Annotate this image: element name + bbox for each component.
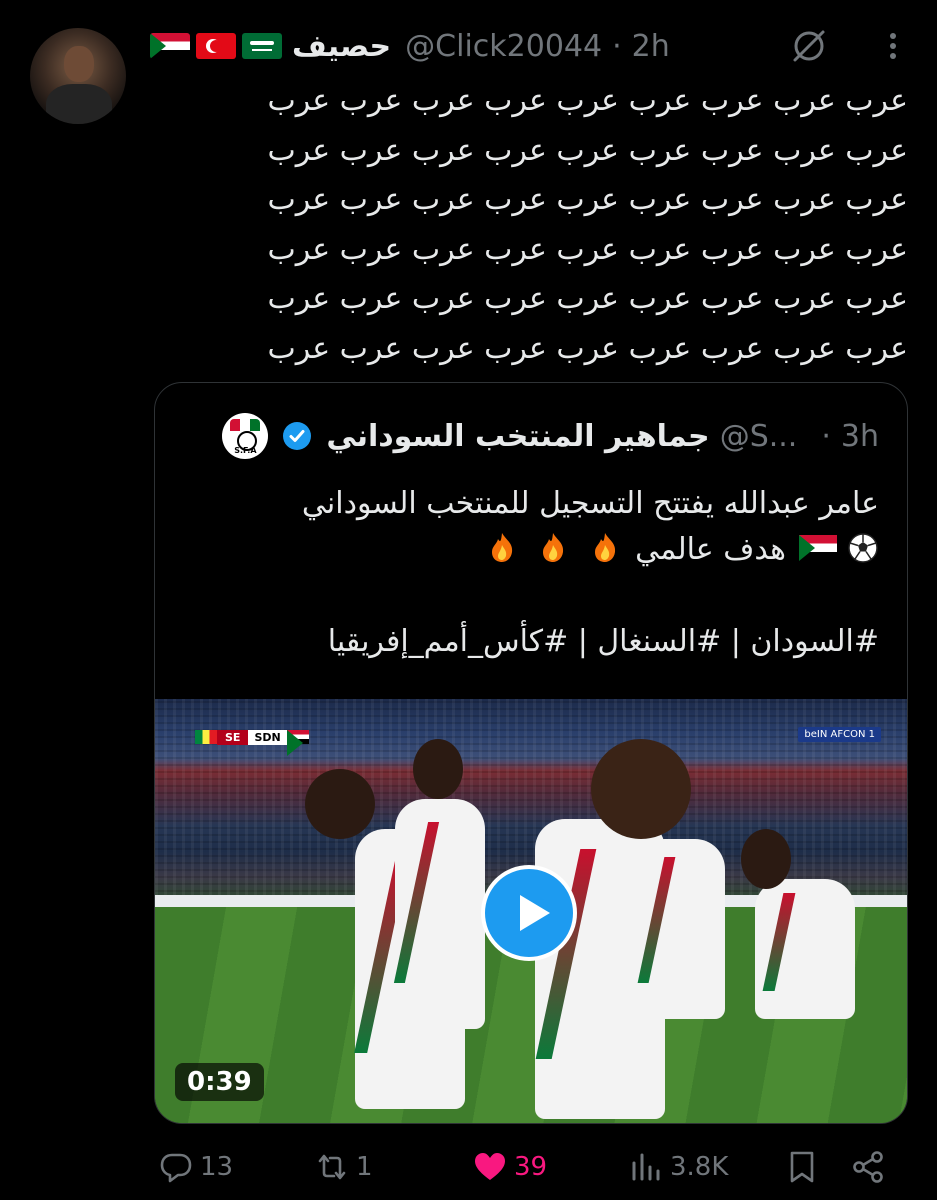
body-line: عرب عرب عرب عرب عرب عرب عرب عرب عرب <box>267 182 908 217</box>
like-count: 39 <box>514 1152 548 1182</box>
fire-icon <box>594 533 615 562</box>
bookmark-icon <box>790 1151 814 1183</box>
sudan-flag-icon <box>799 535 838 561</box>
like-icon <box>475 1153 505 1180</box>
tweet-timestamp[interactable]: 2h <box>632 29 670 64</box>
video-player[interactable]: SE SDN beIN AFCON 1 0:39 <box>155 699 907 1123</box>
fire-icon <box>491 533 512 562</box>
quoted-author-handle[interactable]: @S... <box>720 419 798 454</box>
quoted-line-2: هدف عالمي <box>179 527 879 573</box>
player-head <box>741 829 791 889</box>
more-icon[interactable] <box>875 28 911 64</box>
player-figure <box>635 839 725 1019</box>
share-icon <box>853 1151 883 1183</box>
tweet-body: عرب عرب عرب عرب عرب عرب عرب عرب عرب عرب … <box>150 76 908 373</box>
quoted-tweet-header: S.F.A جماهير المنتخب السوداني @S... · 3h <box>155 413 907 459</box>
score-overlay: SE SDN <box>195 729 309 756</box>
quoted-tweet-card[interactable]: S.F.A جماهير المنتخب السوداني @S... · 3h… <box>154 382 908 1124</box>
fire-icon <box>543 533 564 562</box>
header-separator: · <box>612 28 622 64</box>
repost-icon <box>318 1154 346 1180</box>
body-line: عرب عرب عرب عرب عرب عرب عرب عرب عرب <box>267 281 908 316</box>
reply-button[interactable]: 13 <box>158 1142 233 1192</box>
player-head <box>305 769 375 839</box>
bookmark-button[interactable] <box>784 1142 820 1192</box>
quoted-header-separator: · <box>821 418 831 454</box>
player-head <box>413 739 463 799</box>
crest-text: S.F.A <box>234 446 257 455</box>
body-line: عرب عرب عرب عرب عرب عرب عرب عرب عرب <box>267 83 908 118</box>
video-duration: 0:39 <box>175 1063 264 1101</box>
share-button[interactable] <box>850 1142 886 1192</box>
grok-icon[interactable] <box>789 26 829 66</box>
quoted-line-2-text: هدف عالمي <box>635 532 786 567</box>
quoted-author-avatar[interactable]: S.F.A <box>222 413 269 459</box>
views-icon <box>632 1153 660 1181</box>
quoted-tweet-text: عامر عبدالله يفتتح التسجيل للمنتخب السود… <box>179 481 879 665</box>
turkey-flag-icon <box>196 33 236 59</box>
quoted-author-name[interactable]: جماهير المنتخب السوداني <box>326 419 709 454</box>
broadcaster-badge: beIN AFCON 1 <box>798 727 881 742</box>
player-figure <box>755 879 855 1019</box>
avatar-head <box>64 46 94 82</box>
quoted-hashtags[interactable]: #السودان | #السنغال | #كأس_أمم_إفريقيا <box>179 619 879 665</box>
verified-badge-icon <box>283 422 312 450</box>
like-button[interactable]: 39 <box>472 1142 547 1192</box>
score-home-team: SE <box>217 729 249 745</box>
quoted-timestamp[interactable]: 3h <box>841 419 879 454</box>
senegal-flag-icon <box>195 730 217 744</box>
views-button[interactable]: 3.8K <box>628 1142 728 1192</box>
reply-icon <box>160 1153 192 1183</box>
soccer-ball-icon <box>848 533 878 563</box>
saudi-flag-icon <box>242 33 282 59</box>
name-flags <box>150 33 282 59</box>
views-count: 3.8K <box>670 1152 729 1182</box>
author-avatar[interactable] <box>30 28 126 124</box>
play-icon[interactable] <box>481 865 577 961</box>
repost-button[interactable]: 1 <box>314 1142 373 1192</box>
tweet[interactable]: حصيف @Click20044 · 2h عرب عرب عرب عرب عر… <box>0 0 937 1200</box>
tweet-actions: 13 1 39 3.8K <box>150 1142 907 1192</box>
body-line: عرب عرب عرب عرب عرب عرب عرب عرب عرب <box>267 231 908 267</box>
score-away-team: SDN <box>248 729 287 745</box>
author-handle[interactable]: @Click20044 <box>405 29 602 64</box>
reply-count: 13 <box>200 1152 234 1182</box>
sudan-flag-icon <box>150 33 190 59</box>
quoted-line-1: عامر عبدالله يفتتح التسجيل للمنتخب السود… <box>301 486 879 521</box>
body-line: عرب عرب عرب عرب عرب عرب عرب عرب عرب <box>267 132 908 168</box>
sudan-flag-icon <box>286 730 309 756</box>
player-figure <box>395 799 485 1029</box>
avatar-body <box>46 84 112 124</box>
tweet-header: حصيف @Click20044 · 2h <box>150 24 937 68</box>
crest-stripes <box>230 419 261 431</box>
repost-count: 1 <box>356 1152 373 1182</box>
body-line: عرب عرب عرب عرب عرب عرب عرب عرب عرب <box>267 330 908 366</box>
player-head <box>591 739 691 839</box>
author-display-name[interactable]: حصيف <box>292 29 391 64</box>
text-spacer <box>179 573 879 619</box>
